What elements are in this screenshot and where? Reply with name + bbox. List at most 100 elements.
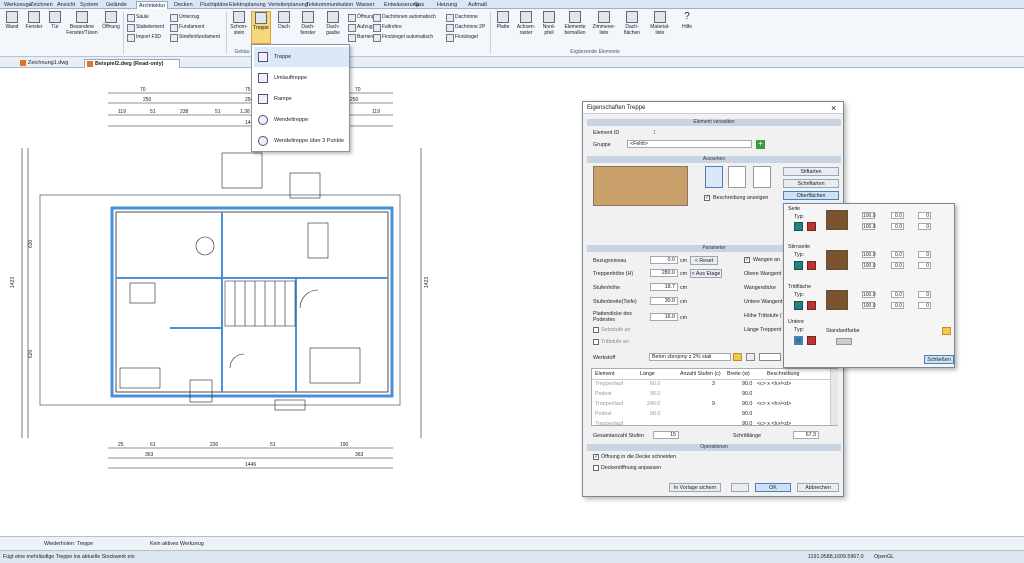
- stair-view-straight-icon[interactable]: [705, 166, 723, 188]
- dachrinne2p-button[interactable]: Dachrinne 2P: [446, 23, 485, 32]
- firstziegel-auto-button[interactable]: Firstziegel automatisch: [373, 33, 433, 42]
- achsenraster-button[interactable]: Achsen-raster: [515, 11, 537, 36]
- ok-button[interactable]: OK: [755, 483, 791, 492]
- surface-color-icon[interactable]: [794, 222, 803, 231]
- add-group-icon[interactable]: +: [756, 140, 765, 149]
- surface-angle-input[interactable]: 0: [918, 251, 931, 258]
- surface-offset-input[interactable]: 0.0: [891, 291, 904, 298]
- oeffnung-button[interactable]: Öffnung: [100, 11, 122, 30]
- besondere-button[interactable]: Besondere Fenster/Türen: [66, 11, 98, 36]
- wood-texture-swatch[interactable]: [826, 210, 848, 230]
- surface-texture-icon[interactable]: [807, 261, 816, 270]
- ribbon-tab-verteilerplanung[interactable]: Verteilerplanung: [268, 1, 308, 9]
- ribbon-tab-elektroplanung[interactable]: Elektroplanung: [229, 1, 266, 9]
- ribbon-tab-gas[interactable]: Gas: [414, 1, 424, 9]
- surface-texture-icon[interactable]: [807, 336, 816, 345]
- wangen-checkbox[interactable]: ✓: [744, 257, 750, 263]
- menu-item-treppe[interactable]: Treppe: [254, 47, 349, 67]
- beschreibung-checkbox[interactable]: ✓: [704, 195, 710, 201]
- wood-texture-swatch[interactable]: [826, 250, 848, 270]
- stufenbreite-input[interactable]: 30.0: [650, 297, 678, 305]
- stair-elements-table[interactable]: Element Länge Anzahl Stufen (c) Breite (…: [591, 368, 838, 427]
- aufzug-button[interactable]: Aufzug: [348, 23, 373, 32]
- surface-scale-input[interactable]: 100.0: [862, 291, 876, 298]
- ribbon-tab-system[interactable]: System: [80, 1, 98, 9]
- stufenhoehe-input[interactable]: 18.7: [650, 283, 678, 291]
- surface-color-icon[interactable]: [794, 261, 803, 270]
- gruppe-select[interactable]: <Fehlt>: [627, 140, 752, 148]
- surface-scale-input[interactable]: 100.0: [862, 302, 876, 309]
- firstziegel-button[interactable]: Firstziegel: [446, 33, 478, 42]
- section-operationen[interactable]: Operationen: [587, 444, 841, 451]
- nordpfeil-button[interactable]: Nord-pfeil: [539, 11, 559, 36]
- color-picker-icon[interactable]: [942, 327, 951, 335]
- stabelement-button[interactable]: Stabelement: [127, 23, 164, 32]
- ribbon-tab-ansicht[interactable]: Ansicht: [57, 1, 75, 9]
- hilfe-button[interactable]: ? Hilfe: [677, 11, 697, 30]
- surface-scale-input[interactable]: 100.0: [862, 223, 876, 230]
- surface-scale-input[interactable]: 100.0: [862, 212, 876, 219]
- ribbon-tab-werkzeuge[interactable]: Werkzeuge: [4, 1, 32, 9]
- dachgaube-button[interactable]: Dach-gaube: [321, 11, 345, 36]
- ribbon-tab-heizung[interactable]: Heizung: [437, 1, 457, 9]
- menu-item-umlauftreppe[interactable]: Umlauftreppe: [254, 68, 349, 88]
- surface-angle-input[interactable]: 0: [918, 223, 931, 230]
- barriere-button[interactable]: Barriere: [348, 33, 375, 42]
- in-vorlage-sichern-button[interactable]: In Vorlage sichern: [669, 483, 721, 492]
- surface-texture-icon[interactable]: [807, 301, 816, 310]
- doc-tab-beispiel2[interactable]: Beispiel2.dwg (Read-only): [84, 59, 180, 68]
- bezugsniveau-input[interactable]: 0.0: [650, 256, 678, 264]
- color-select[interactable]: [836, 338, 852, 345]
- ribbon-tab-architektur[interactable]: Architektur: [136, 1, 169, 9]
- trittstufe-checkbox[interactable]: [593, 339, 599, 345]
- stair-view-side-icon[interactable]: [728, 166, 746, 188]
- dachfenster-button[interactable]: Dach-fenster: [296, 11, 320, 36]
- surface-angle-input[interactable]: 0: [918, 291, 931, 298]
- stiftarten-button[interactable]: Stiftarten: [783, 167, 839, 176]
- oeffnung-small-button[interactable]: Öffnung: [348, 13, 375, 22]
- ribbon-tab-wasser[interactable]: Wasser: [356, 1, 374, 9]
- oeffnung-decke-checkbox[interactable]: ✓: [593, 454, 599, 460]
- dachrinne-button[interactable]: Dachrinne: [446, 13, 478, 22]
- table-scrollbar[interactable]: [830, 369, 838, 425]
- dachrinnen-auto-button[interactable]: Dachrinnen automatisch: [373, 13, 436, 22]
- surface-offset-input[interactable]: 0.0: [891, 223, 904, 230]
- saeule-button[interactable]: Säule: [127, 13, 149, 22]
- surface-angle-input[interactable]: 0: [918, 302, 931, 309]
- menu-item-wendeltreppe-3p[interactable]: Wendeltreppe über 3 Punkte: [254, 131, 349, 151]
- schriftarten-button[interactable]: Schriftarten: [783, 179, 839, 188]
- stair-view-top-icon[interactable]: [753, 166, 771, 188]
- ribbon-tab-telekommunikation[interactable]: Telekommunikation: [306, 1, 353, 9]
- surface-scale-input[interactable]: 100.0: [862, 262, 876, 269]
- oberflaechen-button[interactable]: Oberflächen: [783, 191, 839, 200]
- fenster-button[interactable]: Fenster: [24, 11, 44, 30]
- ribbon-tab-fluchtpl-ne[interactable]: Fluchtpläne: [200, 1, 228, 9]
- apply-button[interactable]: [731, 483, 749, 492]
- surface-color-icon[interactable]: [794, 301, 803, 310]
- section-element-verwalten[interactable]: Element verwalten: [587, 119, 841, 126]
- ribbon-tab-zeichnen[interactable]: Zeichnen: [30, 1, 53, 9]
- close-icon[interactable]: ×: [831, 103, 836, 113]
- wiederholen-text[interactable]: Wiederholen: Treppe: [44, 540, 93, 549]
- dach-button[interactable]: Dach: [274, 11, 294, 30]
- unterzug-button[interactable]: Unterzug: [170, 13, 199, 22]
- hatch-icon[interactable]: [746, 353, 755, 361]
- materialliste-button[interactable]: Material-liste: [647, 11, 673, 36]
- stair-outline[interactable]: [224, 280, 296, 327]
- streifenfundament-button[interactable]: Streifenfundament: [170, 33, 220, 42]
- zimmerer-liste-button[interactable]: Zimmerer-liste: [591, 11, 617, 36]
- surface-offset-input[interactable]: 0.0: [891, 262, 904, 269]
- tuer-button[interactable]: Tür: [45, 11, 65, 30]
- plattendicke-input[interactable]: 16.0: [650, 313, 678, 321]
- wand-button[interactable]: Wand: [2, 11, 22, 30]
- deckenoeffnung-checkbox[interactable]: [593, 465, 599, 471]
- werkstoff-select[interactable]: Beton zbrojony z 2% stali: [649, 353, 731, 361]
- schliessen-button[interactable]: Schließen: [924, 355, 954, 364]
- section-aussehen[interactable]: Aussehen: [587, 156, 841, 163]
- dachflaechen-button[interactable]: Dach-flächen: [620, 11, 644, 36]
- surface-scale-input[interactable]: 100.0: [862, 251, 876, 258]
- abbrechen-button[interactable]: Abbrechen: [797, 483, 839, 492]
- werkstoff-picker-icon[interactable]: [733, 353, 742, 361]
- menu-item-rampe[interactable]: Rampe: [254, 89, 349, 109]
- platte-button[interactable]: Platte: [493, 11, 513, 30]
